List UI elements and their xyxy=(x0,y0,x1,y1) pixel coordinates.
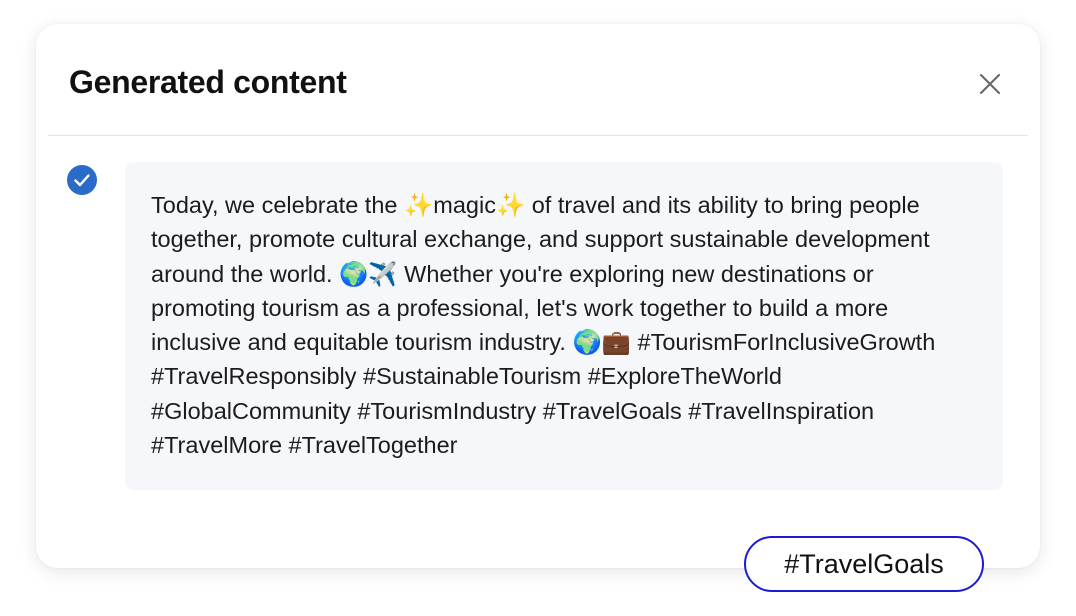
close-icon xyxy=(979,73,1001,95)
close-button[interactable] xyxy=(972,66,1008,102)
check-circle-icon[interactable] xyxy=(67,165,97,195)
generated-content-box: Today, we celebrate the ✨magic✨ of trave… xyxy=(125,162,1003,490)
generated-content-text: Today, we celebrate the ✨magic✨ of trave… xyxy=(151,192,936,459)
hashtag-chip-travelgoals[interactable]: #TravelGoals xyxy=(744,536,984,592)
dialog-title: Generated content xyxy=(69,64,347,100)
generated-content-dialog: Generated content Today, we celebrate th… xyxy=(36,24,1040,568)
header-divider xyxy=(48,135,1028,136)
